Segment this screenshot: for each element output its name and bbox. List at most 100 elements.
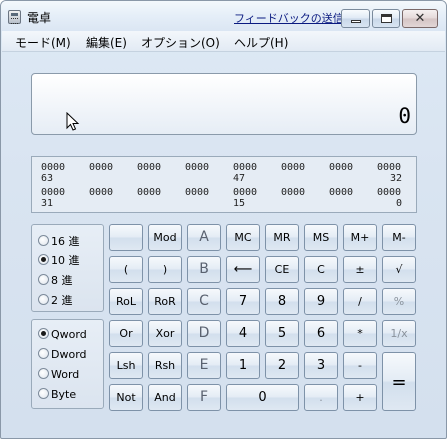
- add-key[interactable]: +: [343, 384, 377, 411]
- bit-group: 0000: [281, 187, 306, 198]
- bit-group: 0000: [281, 162, 306, 173]
- calculator-window: 電卓 フィードバックの送信 ✕ モード(M) 編集(E) オプション(O) ヘル…: [0, 0, 447, 439]
- clear-key[interactable]: C: [304, 256, 338, 283]
- radio-dword[interactable]: Dword: [38, 348, 87, 364]
- digit-3-key[interactable]: 3: [304, 352, 338, 379]
- hex-b-key[interactable]: B: [187, 256, 221, 283]
- left-shift-key[interactable]: Lsh: [109, 352, 143, 379]
- not-key[interactable]: Not: [109, 384, 143, 411]
- menu-help[interactable]: ヘルプ(H): [234, 34, 288, 51]
- radio-button-icon: [38, 348, 49, 359]
- minimize-icon: [351, 20, 361, 23]
- hex-a-key[interactable]: A: [187, 224, 221, 251]
- subtract-key[interactable]: -: [343, 352, 377, 379]
- radio-button-icon: [38, 254, 49, 265]
- close-paren-key[interactable]: ): [148, 256, 182, 283]
- menu-options[interactable]: オプション(O): [141, 34, 220, 51]
- word-size-group: Qword Dword Word Byte: [31, 319, 104, 409]
- divide-key[interactable]: /: [343, 288, 377, 315]
- memory-add-key[interactable]: M+: [343, 224, 377, 251]
- digit-2-key[interactable]: 2: [265, 352, 299, 379]
- hex-e-key[interactable]: E: [187, 352, 221, 379]
- minimize-button[interactable]: [341, 9, 370, 28]
- digit-9-key[interactable]: 9: [304, 288, 338, 315]
- display-value: 0: [398, 104, 411, 128]
- square-root-key[interactable]: √: [382, 256, 416, 283]
- and-key[interactable]: And: [148, 384, 182, 411]
- bit-index: 32: [390, 173, 403, 184]
- or-key[interactable]: Or: [109, 320, 143, 347]
- radio-byte-label: Byte: [51, 388, 77, 401]
- open-paren-key[interactable]: (: [109, 256, 143, 283]
- menu-mode[interactable]: モード(M): [15, 34, 71, 51]
- calculator-icon: [8, 10, 21, 24]
- digit-7-key[interactable]: 7: [226, 288, 260, 315]
- radio-hex[interactable]: 16 進: [38, 233, 80, 249]
- maximize-icon: [381, 14, 392, 23]
- mod-key[interactable]: Mod: [148, 224, 182, 251]
- bit-group: 0000: [233, 187, 258, 198]
- radio-decimal[interactable]: 10 進: [38, 252, 80, 268]
- number-base-group: 16 進 10 進 8 進 2 進: [31, 224, 104, 312]
- backspace-key[interactable]: ⟵: [226, 256, 260, 283]
- hex-c-key[interactable]: C: [187, 288, 221, 315]
- clear-entry-key[interactable]: CE: [265, 256, 299, 283]
- hex-f-key[interactable]: F: [187, 384, 221, 411]
- digit-8-key[interactable]: 8: [265, 288, 299, 315]
- bit-index: 0: [396, 198, 403, 209]
- digit-4-key[interactable]: 4: [226, 320, 260, 347]
- radio-octal[interactable]: 8 進: [38, 272, 73, 288]
- memory-subtract-key[interactable]: M-: [382, 224, 416, 251]
- maximize-button[interactable]: [372, 9, 400, 28]
- negate-key[interactable]: ±: [343, 256, 377, 283]
- digit-0-key[interactable]: 0: [226, 384, 299, 411]
- bit-group: 0000: [185, 187, 210, 198]
- right-shift-key[interactable]: Rsh: [148, 352, 182, 379]
- memory-recall-key[interactable]: MR: [265, 224, 299, 251]
- radio-byte[interactable]: Byte: [38, 388, 76, 404]
- xor-key[interactable]: Xor: [148, 320, 182, 347]
- hex-d-key[interactable]: D: [187, 320, 221, 347]
- title-bar: 電卓 フィードバックの送信 ✕: [1, 1, 446, 31]
- radio-qword[interactable]: Qword: [38, 328, 87, 344]
- multiply-key[interactable]: *: [343, 320, 377, 347]
- radio-button-icon: [38, 235, 49, 246]
- decimal-point-key[interactable]: .: [304, 384, 338, 411]
- radio-word[interactable]: Word: [38, 368, 79, 384]
- bit-group: 0000: [329, 187, 354, 198]
- radio-button-icon: [38, 388, 49, 399]
- radio-dword-label: Dword: [51, 348, 87, 361]
- bit-group: 0000: [41, 187, 66, 198]
- radio-octal-label: 8 進: [51, 274, 73, 287]
- bit-group: 0000: [41, 162, 66, 173]
- binary-bit-display: 0000 0000 0000 0000 0000 0000 0000 0000 …: [31, 156, 417, 213]
- bit-index: 63: [41, 173, 54, 184]
- rotate-right-key[interactable]: RoR: [148, 288, 182, 315]
- rotate-left-key[interactable]: RoL: [109, 288, 143, 315]
- bit-group: 0000: [137, 187, 162, 198]
- radio-word-label: Word: [51, 368, 80, 381]
- bit-group: 0000: [233, 162, 258, 173]
- memory-clear-key[interactable]: MC: [226, 224, 260, 251]
- digit-1-key[interactable]: 1: [226, 352, 260, 379]
- bit-group: 0000: [89, 187, 114, 198]
- blank-key[interactable]: [109, 224, 143, 251]
- bit-group: 0000: [377, 162, 402, 173]
- feedback-link[interactable]: フィードバックの送信: [234, 10, 344, 26]
- radio-hex-label: 16 進: [51, 235, 80, 248]
- bit-group: 0000: [137, 162, 162, 173]
- menu-bar: モード(M) 編集(E) オプション(O) ヘルプ(H): [2, 31, 445, 52]
- digit-6-key[interactable]: 6: [304, 320, 338, 347]
- percent-key[interactable]: %: [382, 288, 416, 315]
- equals-key[interactable]: =: [382, 352, 416, 411]
- radio-button-icon: [38, 328, 49, 339]
- menu-edit[interactable]: 編集(E): [86, 34, 127, 51]
- bit-group: 0000: [377, 187, 402, 198]
- radio-binary[interactable]: 2 進: [38, 292, 73, 308]
- reciprocal-key[interactable]: 1/x: [382, 320, 416, 347]
- digit-5-key[interactable]: 5: [265, 320, 299, 347]
- mouse-cursor-icon: [66, 112, 80, 131]
- radio-button-icon: [38, 274, 49, 285]
- memory-store-key[interactable]: MS: [304, 224, 338, 251]
- close-button[interactable]: ✕: [402, 9, 438, 28]
